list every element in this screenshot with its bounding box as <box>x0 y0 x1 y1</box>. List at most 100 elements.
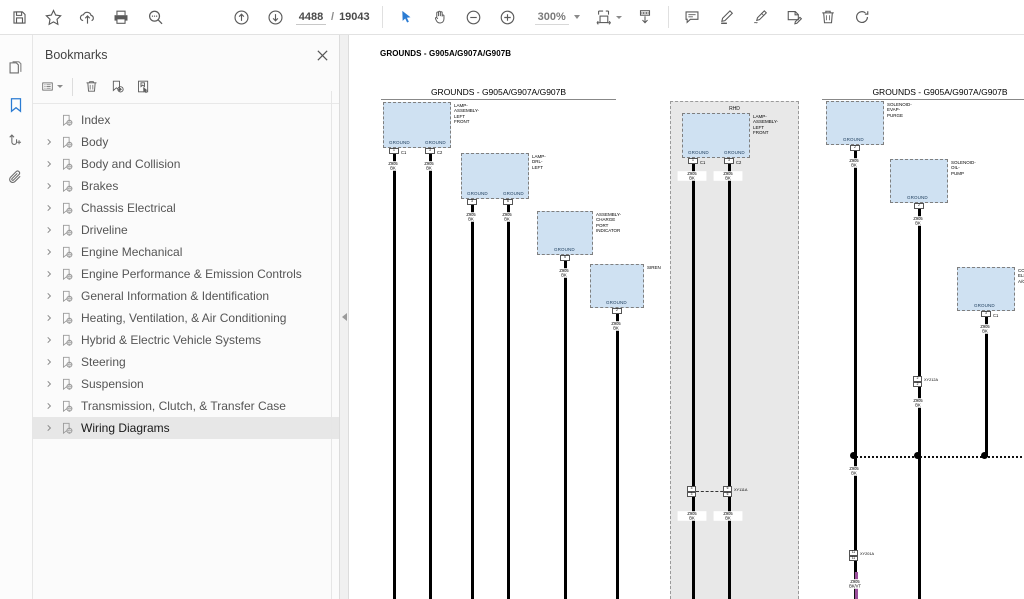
connector-xy111a-right: 6 6 XY111A <box>723 486 747 497</box>
connector-xy111a-left: 3 3 <box>687 486 696 497</box>
trash-icon[interactable] <box>78 74 104 100</box>
bookmark-item[interactable]: Steering <box>33 351 339 373</box>
chevron-right-icon[interactable] <box>41 248 57 256</box>
draw-icon[interactable] <box>743 2 777 32</box>
bookmark-item[interactable]: Engine Mechanical <box>33 241 339 263</box>
bookmark-item[interactable]: Brakes <box>33 175 339 197</box>
bookmark-item[interactable]: General Information & Identification <box>33 285 339 307</box>
stamp-icon[interactable] <box>777 2 811 32</box>
search-icon[interactable] <box>138 2 172 32</box>
panel-splitter[interactable] <box>340 35 349 599</box>
bookmark-item[interactable]: Body and Collision <box>33 153 339 175</box>
zoom-out-icon[interactable] <box>457 2 491 32</box>
chevron-right-icon[interactable] <box>41 402 57 410</box>
star-icon[interactable] <box>36 2 70 32</box>
wire-label: Z905 BK <box>839 466 869 476</box>
zoom-level-control[interactable]: 300% <box>533 10 584 25</box>
comment-icon[interactable] <box>675 2 709 32</box>
chevron-right-icon[interactable] <box>41 292 57 300</box>
chevron-down-icon <box>57 85 63 88</box>
wire-label: Z905 BK <box>414 161 444 171</box>
component-solenoid-oil-pump[interactable]: GROUND <box>890 159 948 203</box>
page-title: GROUNDS - G905A/G907A/G907B <box>380 49 512 58</box>
pan-tool-icon[interactable] <box>423 2 457 32</box>
ground-label: GROUND <box>389 140 410 145</box>
bookmark-item[interactable]: Index <box>33 109 339 131</box>
chevron-right-icon[interactable] <box>41 160 57 168</box>
close-icon[interactable] <box>316 49 329 62</box>
new-bookmark-icon[interactable] <box>104 74 130 100</box>
chevron-right-icon[interactable] <box>41 270 57 278</box>
select-tool-icon[interactable] <box>389 2 423 32</box>
page-scroll-icon[interactable] <box>628 2 662 32</box>
bookmark-page-icon <box>57 246 77 259</box>
component-compressor-electric-ac[interactable]: GROUND <box>957 267 1015 311</box>
bookmark-options-icon[interactable] <box>41 74 67 100</box>
zoom-in-icon[interactable] <box>491 2 525 32</box>
chevron-right-icon[interactable] <box>41 380 57 388</box>
page-down-icon[interactable] <box>258 2 292 32</box>
ground-bus <box>853 455 1024 458</box>
document-viewport[interactable]: GROUNDS - G905A/G907A/G907B GROUNDS - G9… <box>349 35 1024 599</box>
component-lamp-assembly-left-front[interactable]: GROUND GROUND <box>383 102 451 148</box>
page-up-icon[interactable] <box>224 2 258 32</box>
view-tools-group: 300% <box>389 2 662 32</box>
bookmark-item[interactable]: Suspension <box>33 373 339 395</box>
chevron-right-icon[interactable] <box>41 424 57 432</box>
signature-icon[interactable] <box>0 123 33 159</box>
bookmark-item[interactable]: Transmission, Clutch, & Transfer Case <box>33 395 339 417</box>
bookmark-item[interactable]: Chassis Electrical <box>33 197 339 219</box>
trash-icon[interactable] <box>811 2 845 32</box>
ground-label: GROUND <box>606 300 627 305</box>
bookmark-item[interactable]: Engine Performance & Emission Controls <box>33 263 339 285</box>
page-number-input[interactable] <box>296 9 326 25</box>
collapse-panel-icon[interactable] <box>341 313 347 321</box>
connector-xy201a: 11 11 XY201A <box>849 550 874 561</box>
bookmark-icon[interactable] <box>0 87 33 123</box>
print-icon[interactable] <box>104 2 138 32</box>
bookmark-page-icon <box>57 422 77 435</box>
bookmark-item[interactable]: Hybrid & Electric Vehicle Systems <box>33 329 339 351</box>
bookmark-label: Driveline <box>81 223 128 237</box>
connector-pin-bottom: 11 <box>849 555 858 561</box>
attachment-icon[interactable] <box>0 159 33 195</box>
bookmark-item[interactable]: Wiring Diagrams <box>33 417 339 439</box>
bookmark-label: Suspension <box>81 377 144 391</box>
bookmark-page-icon <box>57 290 77 303</box>
component-lamp-assembly-left-front-rhd[interactable]: GROUND GROUND <box>682 113 750 158</box>
wire <box>506 205 510 599</box>
bookmark-label: Body <box>81 135 109 149</box>
wire-label: Z905 BK <box>903 398 933 408</box>
bookmark-item[interactable]: Body <box>33 131 339 153</box>
component-charge-port-indicator[interactable]: GROUND <box>537 211 593 255</box>
component-siren[interactable]: GROUND <box>590 264 644 308</box>
bookmark-tree[interactable]: Index Body Body and Collision Brakes Cha… <box>33 104 339 599</box>
chevron-right-icon[interactable] <box>41 336 57 344</box>
bookmark-page-icon <box>57 158 77 171</box>
fit-page-icon[interactable] <box>594 2 628 32</box>
pin-tag: C2 <box>736 160 742 166</box>
chevron-right-icon[interactable] <box>41 226 57 234</box>
rotate-icon[interactable] <box>845 2 879 32</box>
component-label: SOLENOID- EVAP- PURGE <box>887 102 912 119</box>
chevron-right-icon[interactable] <box>41 358 57 366</box>
wire <box>392 154 396 599</box>
save-icon[interactable] <box>2 2 36 32</box>
highlight-icon[interactable] <box>709 2 743 32</box>
chevron-right-icon[interactable] <box>41 138 57 146</box>
bookmark-select-icon[interactable] <box>130 74 156 100</box>
component-solenoid-evap-purge[interactable]: GROUND <box>826 101 884 145</box>
connector-tag: XY212A <box>924 377 939 383</box>
ground-label: GROUND <box>554 247 575 252</box>
thumbnails-icon[interactable] <box>0 51 33 87</box>
bookmark-item[interactable]: Driveline <box>33 219 339 241</box>
chevron-right-icon[interactable] <box>41 204 57 212</box>
cloud-upload-icon[interactable] <box>70 2 104 32</box>
connector-pin-bottom: 2 <box>913 381 922 387</box>
chevron-right-icon[interactable] <box>41 182 57 190</box>
bookmark-item[interactable]: Heating, Ventilation, & Air Conditioning <box>33 307 339 329</box>
component-label: LAMP- ASSEMBLY- LEFT FRONT <box>454 103 479 125</box>
chevron-right-icon[interactable] <box>41 314 57 322</box>
ground-label: GROUND <box>688 150 709 155</box>
component-lamp-drl-left[interactable]: GROUND GROUND <box>461 153 529 199</box>
